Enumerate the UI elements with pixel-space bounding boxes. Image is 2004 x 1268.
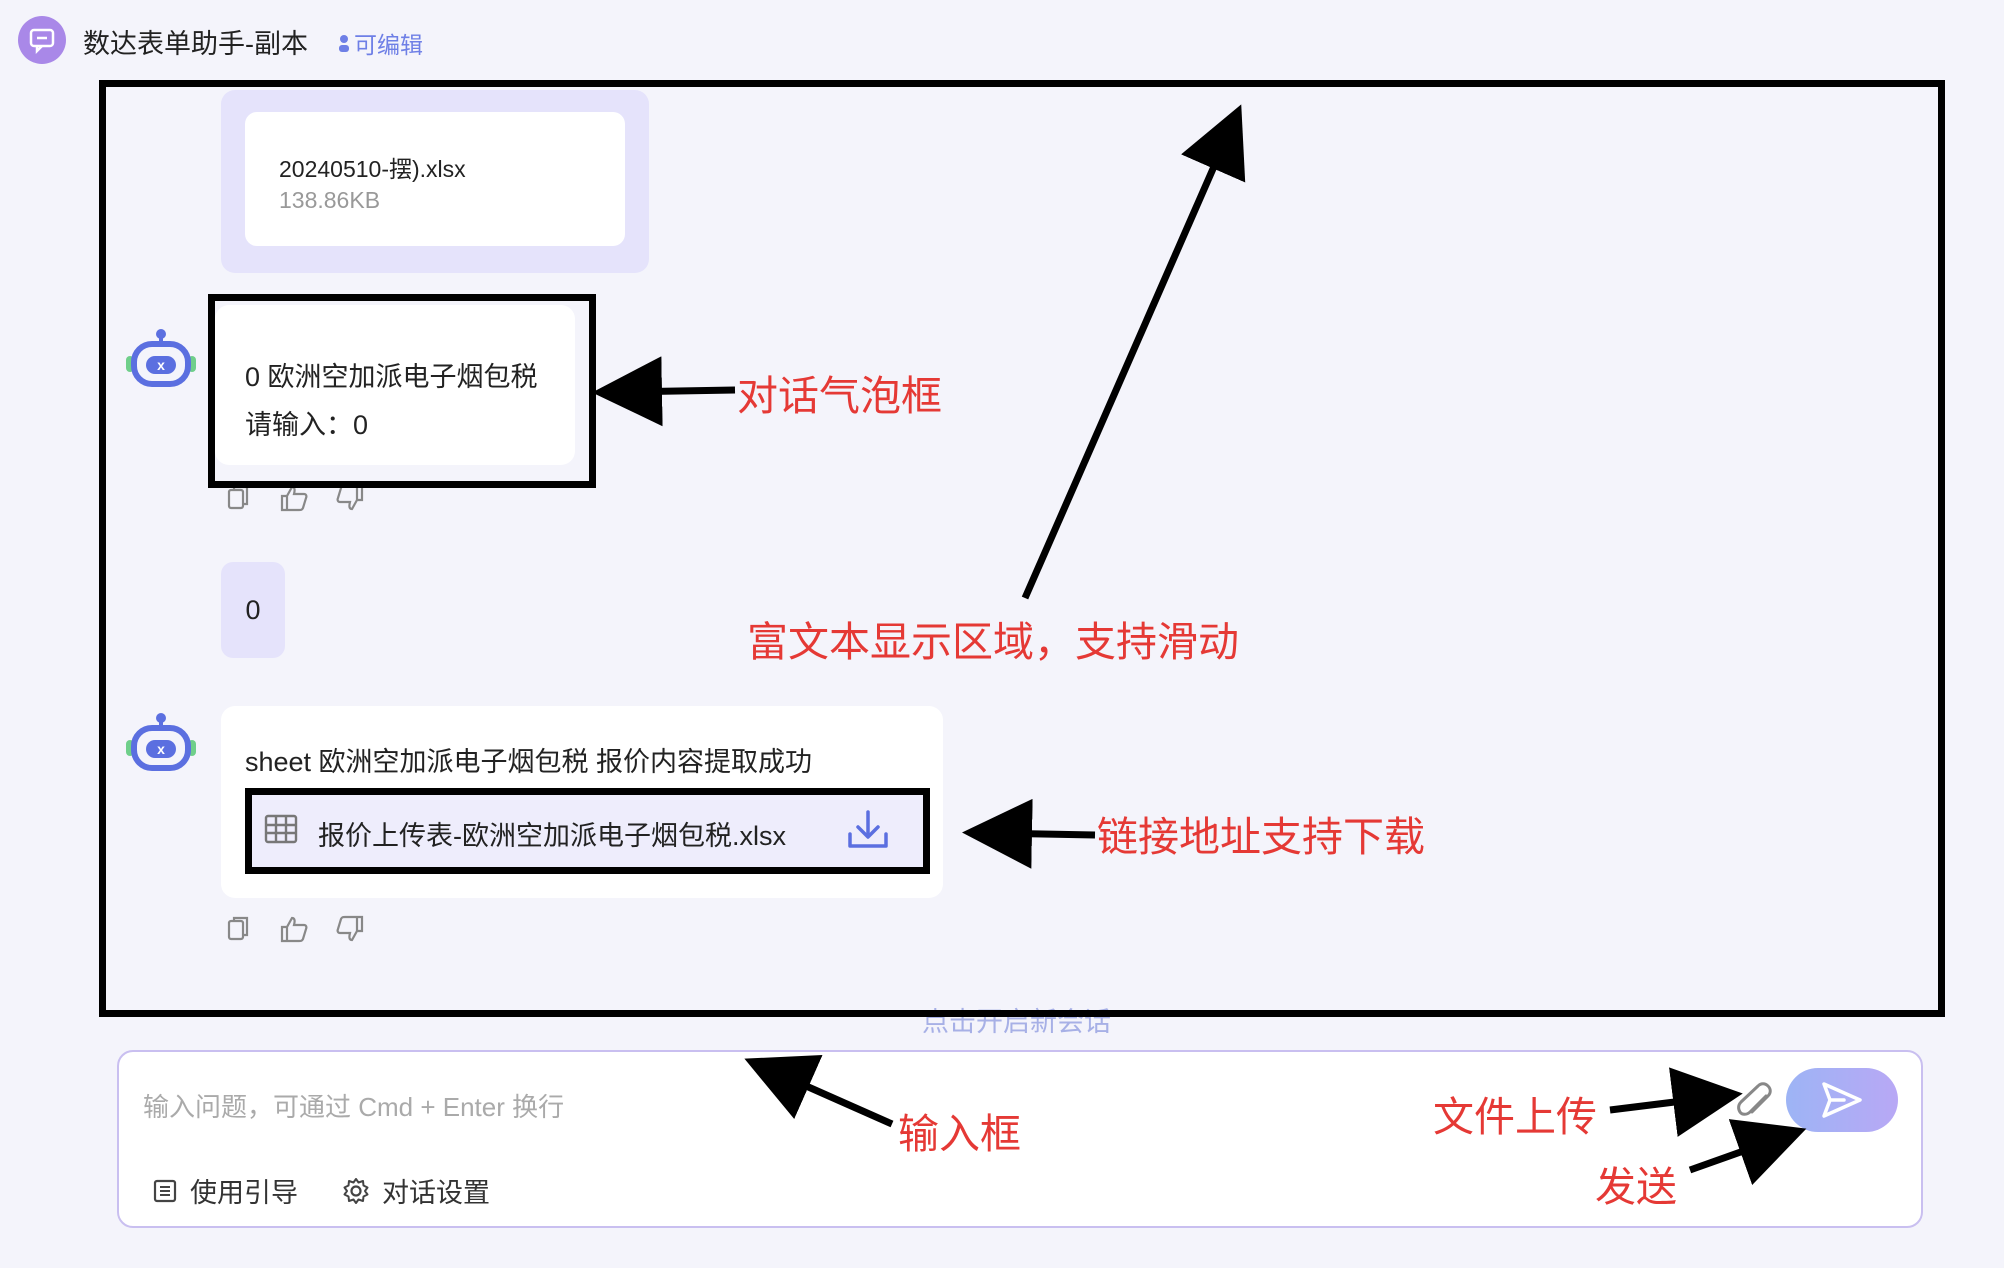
annotation-upload: 文件上传 bbox=[1433, 1094, 1597, 1140]
annotation-send: 发送 bbox=[1595, 1164, 1677, 1210]
annotation-download: 链接地址支持下载 bbox=[1097, 814, 1425, 860]
arrow-bubble bbox=[592, 356, 736, 427]
arrow-upload bbox=[1609, 1067, 1743, 1137]
annotation-rich-text: 富文本显示区域，支持滑动 bbox=[747, 619, 1239, 665]
arrow-input bbox=[744, 1054, 894, 1128]
arrow-rich-text bbox=[1021, 104, 1246, 600]
arrow-download bbox=[962, 798, 1096, 869]
annotation-bubble: 对话气泡框 bbox=[737, 373, 942, 419]
arrow-send bbox=[1688, 1119, 1807, 1186]
annotation-input: 输入框 bbox=[898, 1111, 1021, 1157]
